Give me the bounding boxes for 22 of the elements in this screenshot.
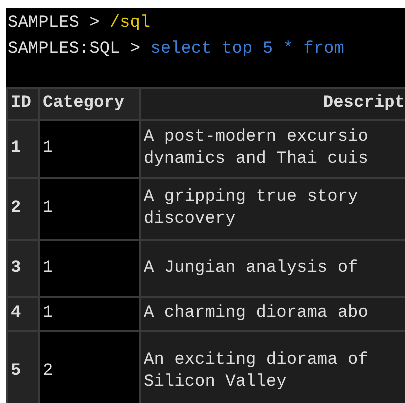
table-cell: 1: [40, 298, 139, 330]
terminal-prompt: SAMPLES >: [8, 14, 100, 32]
table-cell: 2: [8, 179, 38, 239]
table-cell: A charming diorama abo: [141, 298, 405, 330]
table-cell: A post-modern excursio dynamics and Thai cuis: [141, 121, 405, 177]
table-cell: 1: [40, 179, 139, 239]
table-cell: 1: [8, 121, 38, 177]
table-cell: A gripping true story discovery: [141, 179, 405, 239]
terminal-command: /sql: [110, 14, 151, 32]
column-header: Descript: [141, 89, 405, 119]
table-cell: 5: [8, 332, 38, 403]
terminal-prompt: SAMPLES:SQL >: [8, 40, 141, 58]
table-cell: 1: [40, 241, 139, 296]
table-cell: 2: [40, 332, 139, 403]
column-header: ID: [8, 89, 38, 119]
column-header: Category: [40, 89, 139, 119]
table-cell: An exciting diorama of Silicon Valley: [141, 332, 405, 403]
table-cell: 1: [40, 121, 139, 177]
terminal-command: select top 5 * from: [150, 40, 344, 58]
table-cell: A Jungian analysis of: [141, 241, 405, 296]
table-cell: 4: [8, 298, 38, 330]
table-cell: 3: [8, 241, 38, 296]
